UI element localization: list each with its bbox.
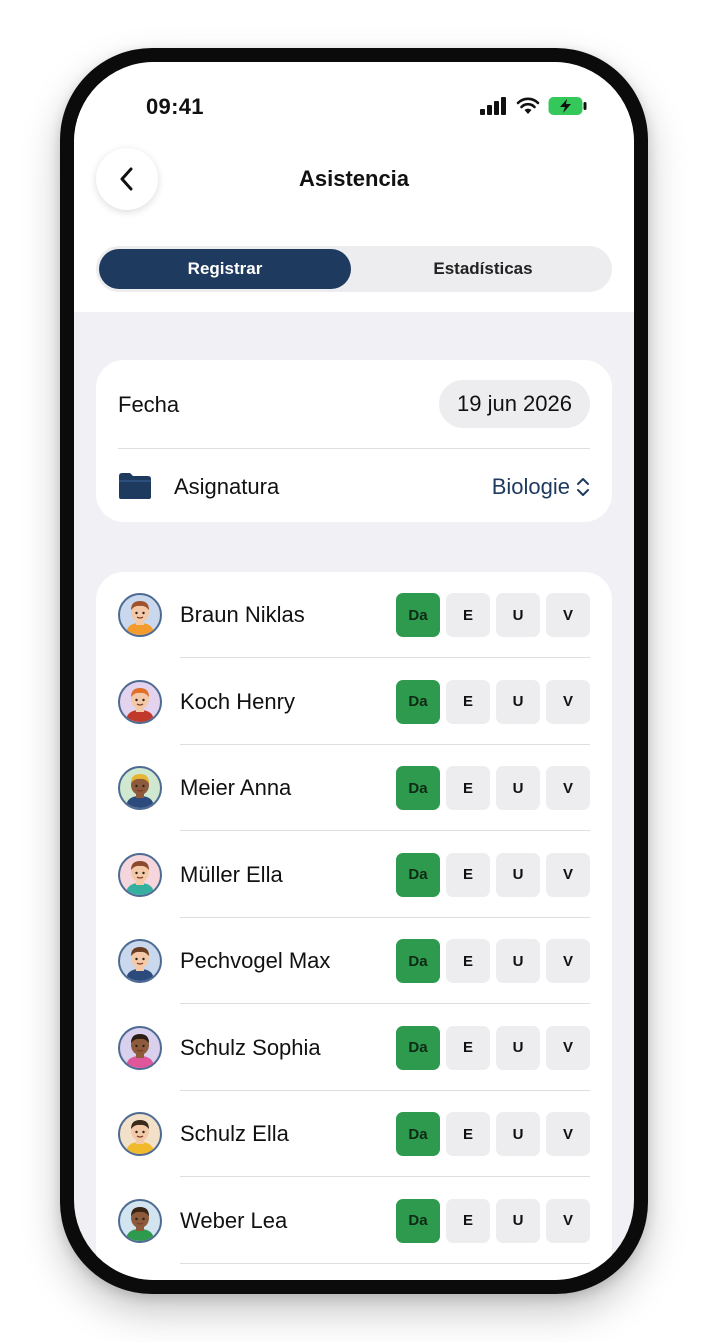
avatar-face-icon	[126, 687, 154, 722]
attendance-button-e[interactable]: E	[446, 1025, 490, 1070]
status-time: 09:41	[146, 94, 204, 119]
attendance-button-v[interactable]: V	[546, 852, 590, 897]
info-card: Fecha 19 jun 2026 Asignatura Biologie	[96, 360, 612, 522]
avatar-face-icon	[126, 1206, 154, 1241]
attendance-button-e[interactable]: E	[446, 1198, 490, 1243]
attendance-button-u[interactable]: U	[496, 1025, 540, 1070]
attendance-button-da[interactable]: Da	[396, 939, 440, 983]
attendance-button-u[interactable]: U	[496, 1198, 540, 1243]
student-row: Schulz Sophia Da E U V	[96, 1005, 612, 1091]
attendance-button-u[interactable]: U	[496, 852, 540, 897]
avatar	[118, 1025, 162, 1070]
attendance-button-e[interactable]: E	[446, 852, 490, 897]
attendance-button-u[interactable]: U	[496, 679, 540, 724]
avatar	[118, 593, 162, 637]
attendance-options: Da E U V	[396, 1112, 590, 1156]
attendance-button-v[interactable]: V	[546, 766, 590, 810]
student-name: Weber Lea	[180, 1207, 288, 1233]
segmented-control: Registrar Estadísticas	[96, 246, 612, 292]
attendance-button-da[interactable]: Da	[396, 1198, 440, 1243]
header-area: 09:41 Asistencia Registrar Estadísticas	[74, 62, 634, 312]
attendance-button-e[interactable]: E	[446, 766, 490, 810]
avatar	[118, 939, 162, 983]
attendance-options: Da E U V	[396, 1198, 590, 1243]
tab-registrar[interactable]: Registrar	[99, 249, 351, 289]
attendance-button-e[interactable]: E	[446, 939, 490, 983]
attendance-button-u[interactable]: U	[496, 939, 540, 983]
attendance-button-v[interactable]: V	[546, 939, 590, 983]
battery-charging-icon	[548, 97, 587, 115]
attendance-options: Da E U V	[396, 679, 590, 724]
avatar-face-icon	[126, 860, 154, 895]
attendance-button-u[interactable]: U	[496, 1112, 540, 1156]
avatar	[118, 766, 162, 810]
attendance-button-da[interactable]: Da	[396, 1025, 440, 1070]
avatar	[118, 679, 162, 724]
attendance-button-v[interactable]: V	[546, 1112, 590, 1156]
attendance-button-da[interactable]: Da	[396, 852, 440, 897]
subject-value: Biologie	[491, 474, 570, 499]
avatar-face-icon	[126, 947, 154, 981]
student-name: Pechvogel Max	[180, 948, 331, 973]
student-row: Weber Lea Da E U V	[96, 1178, 612, 1264]
avatar-face-icon	[126, 774, 154, 808]
avatar-face-icon	[126, 1120, 154, 1154]
avatar	[118, 1112, 162, 1156]
attendance-options: Da E U V	[396, 593, 590, 637]
attendance-button-da[interactable]: Da	[396, 679, 440, 724]
attendance-button-u[interactable]: U	[496, 766, 540, 810]
attendance-options: Da E U V	[396, 939, 590, 983]
attendance-button-e[interactable]: E	[446, 679, 490, 724]
row-divider	[180, 1262, 590, 1264]
attendance-options: Da E U V	[396, 1025, 590, 1070]
attendance-button-da[interactable]: Da	[396, 593, 440, 637]
subject-selector[interactable]: Biologie	[492, 474, 590, 500]
wifi-icon	[516, 97, 540, 114]
avatar	[118, 1198, 162, 1243]
chevron-up-down-icon	[577, 478, 589, 496]
attendance-button-e[interactable]: E	[446, 1112, 490, 1156]
app-screen: 09:41 Asistencia Registrar Estadísticas …	[74, 62, 634, 1280]
student-name: Braun Niklas	[180, 602, 305, 627]
avatar	[118, 852, 162, 897]
tab-estadisticas[interactable]: Estadísticas	[357, 249, 609, 289]
date-label: Fecha	[118, 392, 180, 417]
avatar-face-icon	[126, 1033, 154, 1068]
student-row: Müller Ella Da E U V	[96, 832, 612, 918]
student-row: Meier Anna Da E U V	[96, 745, 612, 831]
attendance-options: Da E U V	[396, 852, 590, 897]
attendance-button-u[interactable]: U	[496, 593, 540, 637]
attendance-button-v[interactable]: V	[546, 593, 590, 637]
status-icons	[480, 96, 588, 116]
signal-icon	[480, 97, 506, 115]
folder-icon	[119, 473, 151, 499]
attendance-options: Da E U V	[396, 766, 590, 810]
student-row: Braun Niklas Da E U V	[96, 572, 612, 658]
student-row: Pechvogel Max Da E U V	[96, 918, 612, 1004]
student-list: Braun Niklas Da E U V Koch Henry Da E U V Meier An…	[96, 572, 612, 1280]
avatar-face-icon	[126, 601, 154, 635]
student-name: Koch Henry	[180, 688, 295, 714]
student-name: Schulz Sophia	[180, 1034, 321, 1060]
attendance-button-da[interactable]: Da	[396, 766, 440, 810]
student-row: Koch Henry Da E U V	[96, 659, 612, 745]
attendance-button-v[interactable]: V	[546, 679, 590, 724]
student-row: Schulz Ella Da E U V	[96, 1091, 612, 1177]
attendance-button-e[interactable]: E	[446, 593, 490, 637]
attendance-button-da[interactable]: Da	[396, 1112, 440, 1156]
attendance-button-v[interactable]: V	[546, 1025, 590, 1070]
info-divider	[118, 448, 590, 449]
student-name: Müller Ella	[180, 861, 283, 887]
student-name: Schulz Ella	[180, 1121, 289, 1146]
page-title: Asistencia	[298, 166, 410, 191]
subject-label: Asignatura	[174, 474, 280, 499]
date-picker[interactable]: 19 jun 2026	[439, 380, 590, 428]
attendance-button-v[interactable]: V	[546, 1198, 590, 1243]
student-name: Meier Anna	[180, 775, 292, 800]
